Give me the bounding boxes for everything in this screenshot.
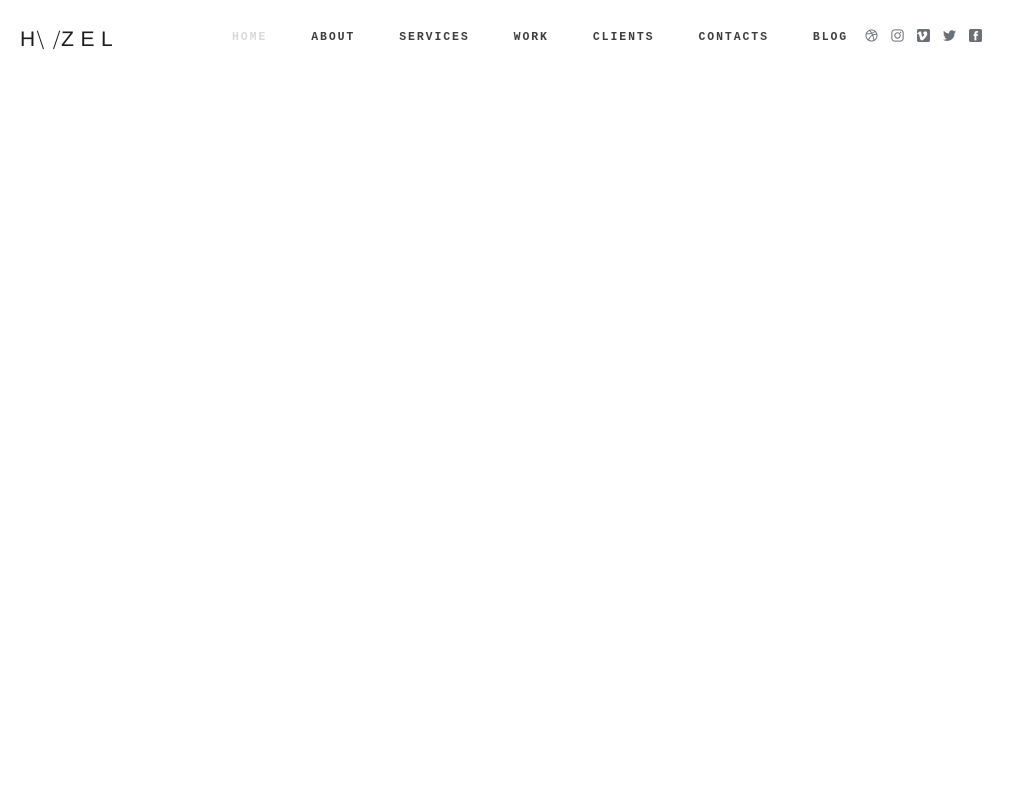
nav-item-contacts[interactable]: CONTACTS xyxy=(698,30,768,46)
social-link-facebook[interactable] xyxy=(969,29,982,42)
social-link-dribbble[interactable] xyxy=(865,29,878,42)
social-links xyxy=(865,29,982,42)
instagram-icon xyxy=(891,29,904,42)
site-logo-text-post: ZEL xyxy=(61,27,120,51)
nav-item-about[interactable]: ABOUT xyxy=(311,30,355,46)
social-link-vimeo[interactable] xyxy=(917,29,930,42)
page-root: H ZEL HOME ABOUT SERVICES WORK CLIENTS CO… xyxy=(0,0,1024,800)
site-logo-text: H ZEL xyxy=(20,28,119,49)
nav-item-clients[interactable]: CLIENTS xyxy=(593,30,655,46)
twitter-icon xyxy=(943,30,956,41)
nav-item-home[interactable]: HOME xyxy=(232,30,267,46)
main-navigation: HOME ABOUT SERVICES WORK CLIENTS CONTACT… xyxy=(232,30,848,46)
vimeo-icon xyxy=(917,29,930,42)
site-logo-text-pre: H xyxy=(20,27,42,51)
site-header: H ZEL HOME ABOUT SERVICES WORK CLIENTS CO… xyxy=(0,0,1024,76)
page-content-area xyxy=(0,76,1024,800)
social-link-instagram[interactable] xyxy=(891,29,904,42)
nav-item-services[interactable]: SERVICES xyxy=(399,30,469,46)
dribbble-icon xyxy=(865,29,878,42)
social-link-twitter[interactable] xyxy=(943,29,956,42)
site-logo-letter-a xyxy=(42,30,55,48)
nav-item-blog[interactable]: BLOG xyxy=(813,30,848,46)
nav-item-work[interactable]: WORK xyxy=(514,30,549,46)
facebook-icon xyxy=(969,29,982,42)
site-logo[interactable]: H ZEL xyxy=(20,26,119,52)
